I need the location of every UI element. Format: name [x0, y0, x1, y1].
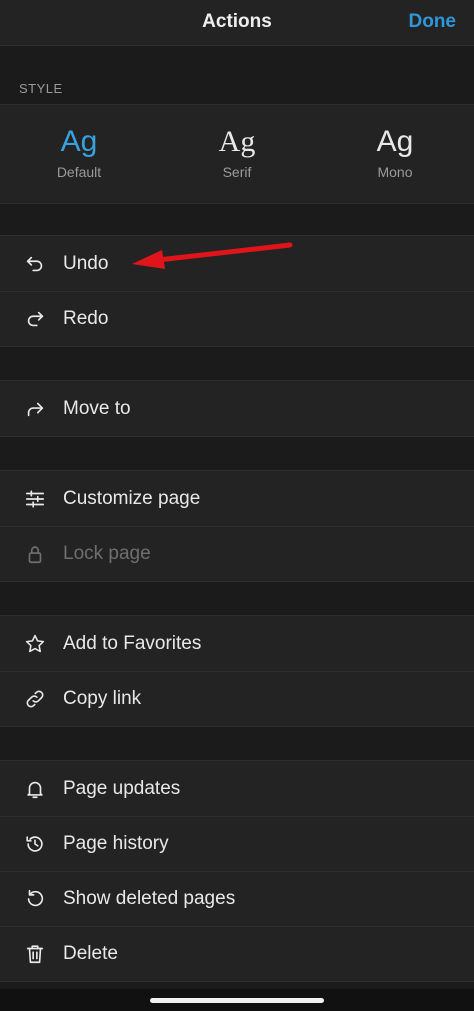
- redo-icon: [24, 308, 46, 330]
- customize-page-label: Customize page: [63, 487, 201, 509]
- section-gap: [0, 204, 474, 235]
- show-deleted-pages-row[interactable]: Show deleted pages: [0, 871, 474, 926]
- style-name-default: Default: [56, 164, 102, 180]
- style-name-serif: Serif: [222, 164, 252, 180]
- lock-icon: [24, 543, 46, 565]
- share-group: Add to Favorites Copy link: [0, 615, 474, 727]
- copy-link-row[interactable]: Copy link: [0, 671, 474, 726]
- style-option-default[interactable]: Ag Default: [0, 105, 158, 203]
- page-title: Actions: [202, 11, 272, 32]
- top-bar: Actions Done: [0, 0, 474, 46]
- style-picker: Ag Default Ag Serif Ag Mono: [0, 104, 474, 204]
- home-indicator[interactable]: [150, 998, 324, 1003]
- move-arrow-icon: [24, 398, 46, 420]
- page-history-label: Page history: [63, 832, 169, 854]
- history-icon: [24, 833, 46, 855]
- restore-icon: [24, 888, 46, 910]
- page-history-row[interactable]: Page history: [0, 816, 474, 871]
- show-deleted-pages-label: Show deleted pages: [63, 887, 236, 909]
- undo-label: Undo: [63, 252, 109, 274]
- add-to-favorites-row[interactable]: Add to Favorites: [0, 616, 474, 671]
- section-gap: [0, 437, 474, 470]
- style-name-mono: Mono: [377, 164, 413, 180]
- redo-label: Redo: [63, 307, 109, 329]
- page-updates-label: Page updates: [63, 777, 181, 799]
- style-glyph-default: Ag: [60, 125, 98, 158]
- star-icon: [24, 633, 46, 655]
- trash-icon: [24, 943, 46, 965]
- copy-link-label: Copy link: [63, 687, 142, 709]
- style-glyph-serif: Ag: [218, 125, 256, 158]
- add-to-favorites-label: Add to Favorites: [63, 632, 202, 654]
- lock-page-row: Lock page: [0, 526, 474, 581]
- delete-label: Delete: [63, 942, 118, 964]
- section-gap: [0, 582, 474, 615]
- undo-icon: [24, 253, 46, 275]
- done-button[interactable]: Done: [409, 11, 457, 33]
- section-gap: [0, 727, 474, 760]
- lock-page-label: Lock page: [63, 542, 151, 564]
- sliders-icon: [24, 488, 46, 510]
- page-updates-row[interactable]: Page updates: [0, 761, 474, 816]
- section-gap: [0, 347, 474, 380]
- style-option-serif[interactable]: Ag Serif: [158, 105, 316, 203]
- style-section-label: STYLE: [0, 46, 474, 104]
- page-management-group: Page updates Page history Show deleted p…: [0, 760, 474, 982]
- delete-row[interactable]: Delete: [0, 926, 474, 981]
- annotation-arrow-icon: [132, 242, 293, 269]
- home-bar-area: [0, 989, 474, 1011]
- move-group: Move to: [0, 380, 474, 437]
- style-option-mono[interactable]: Ag Mono: [316, 105, 474, 203]
- style-glyph-mono: Ag: [376, 125, 414, 158]
- redo-row[interactable]: Redo: [0, 291, 474, 346]
- link-icon: [24, 688, 46, 710]
- move-to-label: Move to: [63, 397, 131, 419]
- customize-page-row[interactable]: Customize page: [0, 471, 474, 526]
- move-to-row[interactable]: Move to: [0, 381, 474, 436]
- page-settings-group: Customize page Lock page: [0, 470, 474, 582]
- bell-icon: [24, 778, 46, 800]
